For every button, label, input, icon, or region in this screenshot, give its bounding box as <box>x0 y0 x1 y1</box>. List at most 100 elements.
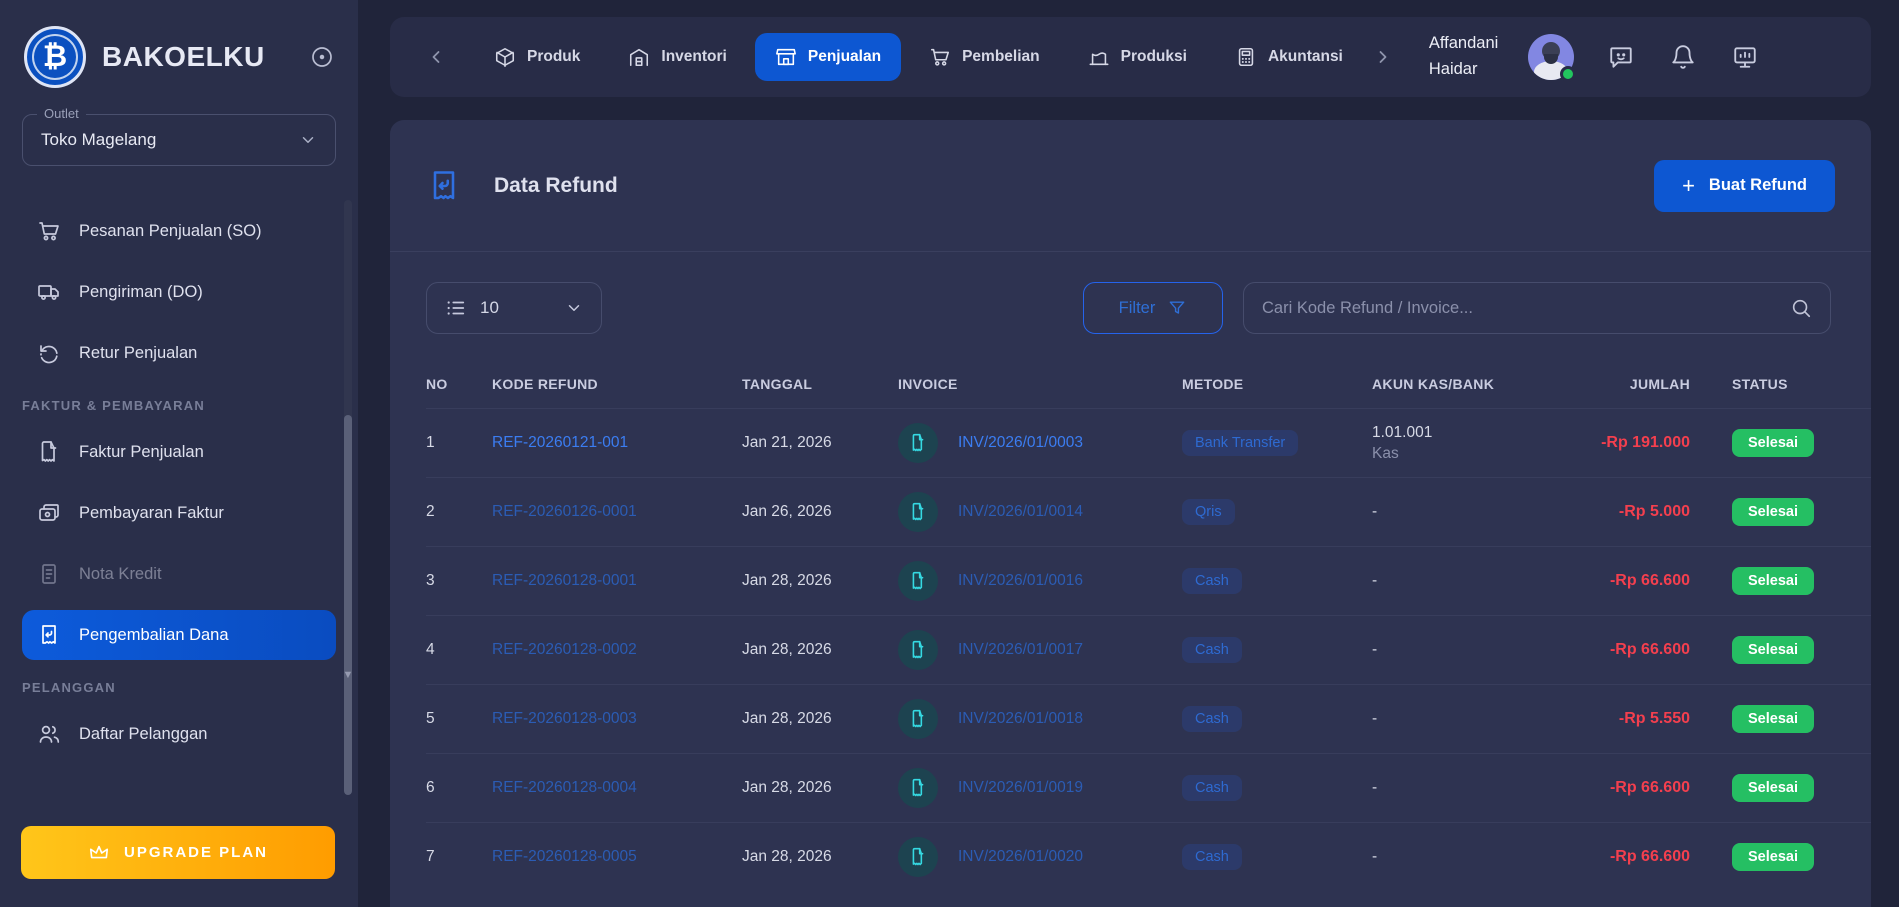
sidebar-item-daftar-pelanggan[interactable]: Daftar Pelanggan <box>22 709 336 759</box>
cell-metode: Qris <box>1182 499 1372 525</box>
refund-code-link[interactable]: REF-20260126-0001 <box>492 503 742 521</box>
invoice-file-icon[interactable] <box>898 630 938 670</box>
plus-icon: + <box>1682 173 1695 199</box>
sidebar-item-nota-kredit: Nota Kredit <box>22 549 336 599</box>
tab-label: Inventori <box>661 48 726 66</box>
refund-amount: -Rp 5.000 <box>1558 503 1690 521</box>
cell-akun: - <box>1372 503 1558 521</box>
sidebar-item-retur-penjualan[interactable]: Retur Penjualan <box>22 328 336 378</box>
chevron-left-icon[interactable] <box>416 47 456 67</box>
cell-tanggal: Jan 28, 2026 <box>742 779 898 797</box>
scroll-down-arrow[interactable]: ▼ <box>342 669 354 681</box>
file-icon <box>36 439 62 465</box>
display-monitor-icon[interactable] <box>1732 44 1758 70</box>
invoice-link[interactable]: INV/2026/01/0017 <box>958 641 1083 659</box>
tab-pembelian[interactable]: Pembelian <box>909 33 1060 81</box>
upgrade-plan-button[interactable]: UPGRADE PLAN <box>21 826 335 879</box>
tab-penjualan[interactable]: Penjualan <box>755 33 901 81</box>
invoice-file-icon[interactable] <box>898 837 938 877</box>
cell-metode: Cash <box>1182 637 1372 663</box>
tab-produksi[interactable]: Produksi <box>1068 33 1207 81</box>
chat-icon[interactable] <box>1608 44 1634 70</box>
cell-tanggal: Jan 28, 2026 <box>742 848 898 866</box>
search-input[interactable] <box>1262 299 1790 318</box>
circle-dot-icon[interactable] <box>310 45 334 69</box>
invoice-link[interactable]: INV/2026/01/0014 <box>958 503 1083 521</box>
outlet-label: Outlet <box>37 106 86 121</box>
brand-name: BAKOELKU <box>102 41 294 73</box>
page-size-select[interactable]: 10 <box>426 282 602 334</box>
buat-refund-button[interactable]: + Buat Refund <box>1654 160 1835 212</box>
cell-invoice: INV/2026/01/0020 <box>898 837 1182 877</box>
invoice-link[interactable]: INV/2026/01/0020 <box>958 848 1083 866</box>
status-badge: Selesai <box>1732 843 1814 871</box>
cell-metode: Cash <box>1182 775 1372 801</box>
search-icon[interactable] <box>1790 297 1812 319</box>
notifications-bell-icon[interactable] <box>1670 44 1696 70</box>
cube-icon <box>494 46 516 68</box>
invoice-file-icon[interactable] <box>898 561 938 601</box>
filter-funnel-icon <box>1167 298 1187 318</box>
cell-tanggal: Jan 28, 2026 <box>742 641 898 659</box>
scrollbar-thumb[interactable] <box>344 415 352 795</box>
cell-jumlah: -Rp 5.550 <box>1558 710 1700 728</box>
sidebar-item-pengembalian-dana[interactable]: Pengembalian Dana <box>22 610 336 660</box>
tab-inventori[interactable]: Inventori <box>608 33 746 81</box>
refund-table: NOKODE REFUNDTANGGALINVOICEMETODEAKUN KA… <box>390 360 1871 891</box>
topbar-icons <box>1608 44 1758 70</box>
cell-akun: - <box>1372 779 1558 797</box>
chevron-down-icon <box>565 299 583 317</box>
cart-icon <box>36 218 62 244</box>
refund-code-link[interactable]: REF-20260128-0002 <box>492 641 742 659</box>
akun-code: - <box>1372 572 1558 590</box>
column-header-status: STATUS <box>1700 376 1818 392</box>
invoice-file-icon[interactable] <box>898 423 938 463</box>
module-tabs: Produk Inventori PenjualanPembelianProduks… <box>474 33 1363 81</box>
sidebar-item-faktur-penjualan[interactable]: Faktur Penjualan <box>22 427 336 477</box>
sidebar-item-pembayaran-faktur[interactable]: Pembayaran Faktur <box>22 488 336 538</box>
status-badge: Selesai <box>1732 498 1814 526</box>
refund-amount: -Rp 66.600 <box>1558 641 1690 659</box>
cart-icon <box>929 46 951 68</box>
cell-tanggal: Jan 28, 2026 <box>742 572 898 590</box>
chevron-right-icon[interactable] <box>1363 47 1403 67</box>
cell-status: Selesai <box>1700 636 1818 664</box>
sidebar-item-label: Faktur Penjualan <box>79 443 204 462</box>
sidebar: ₿ BAKOELKU Outlet Toko Magelang Pesanan … <box>0 0 358 907</box>
tab-produk[interactable]: Produk <box>474 33 600 81</box>
users-icon <box>36 721 62 747</box>
invoice-file-icon[interactable] <box>898 699 938 739</box>
invoice-file-icon[interactable] <box>898 768 938 808</box>
return-icon <box>36 340 62 366</box>
sidebar-item-pengiriman-do[interactable]: Pengiriman (DO) <box>22 267 336 317</box>
outlet-select[interactable]: Outlet Toko Magelang <box>22 114 336 166</box>
refund-amount: -Rp 66.600 <box>1558 572 1690 590</box>
refund-code-link[interactable]: REF-20260121-001 <box>492 434 742 452</box>
refund-code-link[interactable]: REF-20260128-0003 <box>492 710 742 728</box>
invoice-file-icon[interactable] <box>898 492 938 532</box>
store-icon <box>775 46 797 68</box>
user-avatar[interactable] <box>1528 34 1574 80</box>
cell-no: 3 <box>426 572 492 590</box>
status-badge: Selesai <box>1732 636 1814 664</box>
refund-code-link[interactable]: REF-20260128-0005 <box>492 848 742 866</box>
clipped-cell: I <box>1818 779 1871 797</box>
tab-akuntansi[interactable]: Akuntansi <box>1215 33 1363 81</box>
refund-code-link[interactable]: REF-20260128-0004 <box>492 779 742 797</box>
method-badge: Cash <box>1182 568 1242 594</box>
refund-code-link[interactable]: REF-20260128-0001 <box>492 572 742 590</box>
table-body: 1REF-20260121-001Jan 21, 2026INV/2026/01… <box>426 408 1871 891</box>
cell-metode: Cash <box>1182 706 1372 732</box>
sidebar-item-label: Pengiriman (DO) <box>79 283 203 302</box>
clipped-cell: I <box>1818 572 1871 590</box>
invoice-link[interactable]: INV/2026/01/0003 <box>958 434 1083 452</box>
brand-row: ₿ BAKOELKU <box>0 0 358 98</box>
table-row: 6REF-20260128-0004Jan 28, 2026INV/2026/0… <box>426 753 1871 822</box>
method-badge: Cash <box>1182 706 1242 732</box>
invoice-link[interactable]: INV/2026/01/0016 <box>958 572 1083 590</box>
invoice-link[interactable]: INV/2026/01/0019 <box>958 779 1083 797</box>
filter-button[interactable]: Filter <box>1083 282 1223 334</box>
sidebar-item-pesanan-penjualan-so[interactable]: Pesanan Penjualan (SO) <box>22 206 336 256</box>
status-badge: Selesai <box>1732 705 1814 733</box>
invoice-link[interactable]: INV/2026/01/0018 <box>958 710 1083 728</box>
